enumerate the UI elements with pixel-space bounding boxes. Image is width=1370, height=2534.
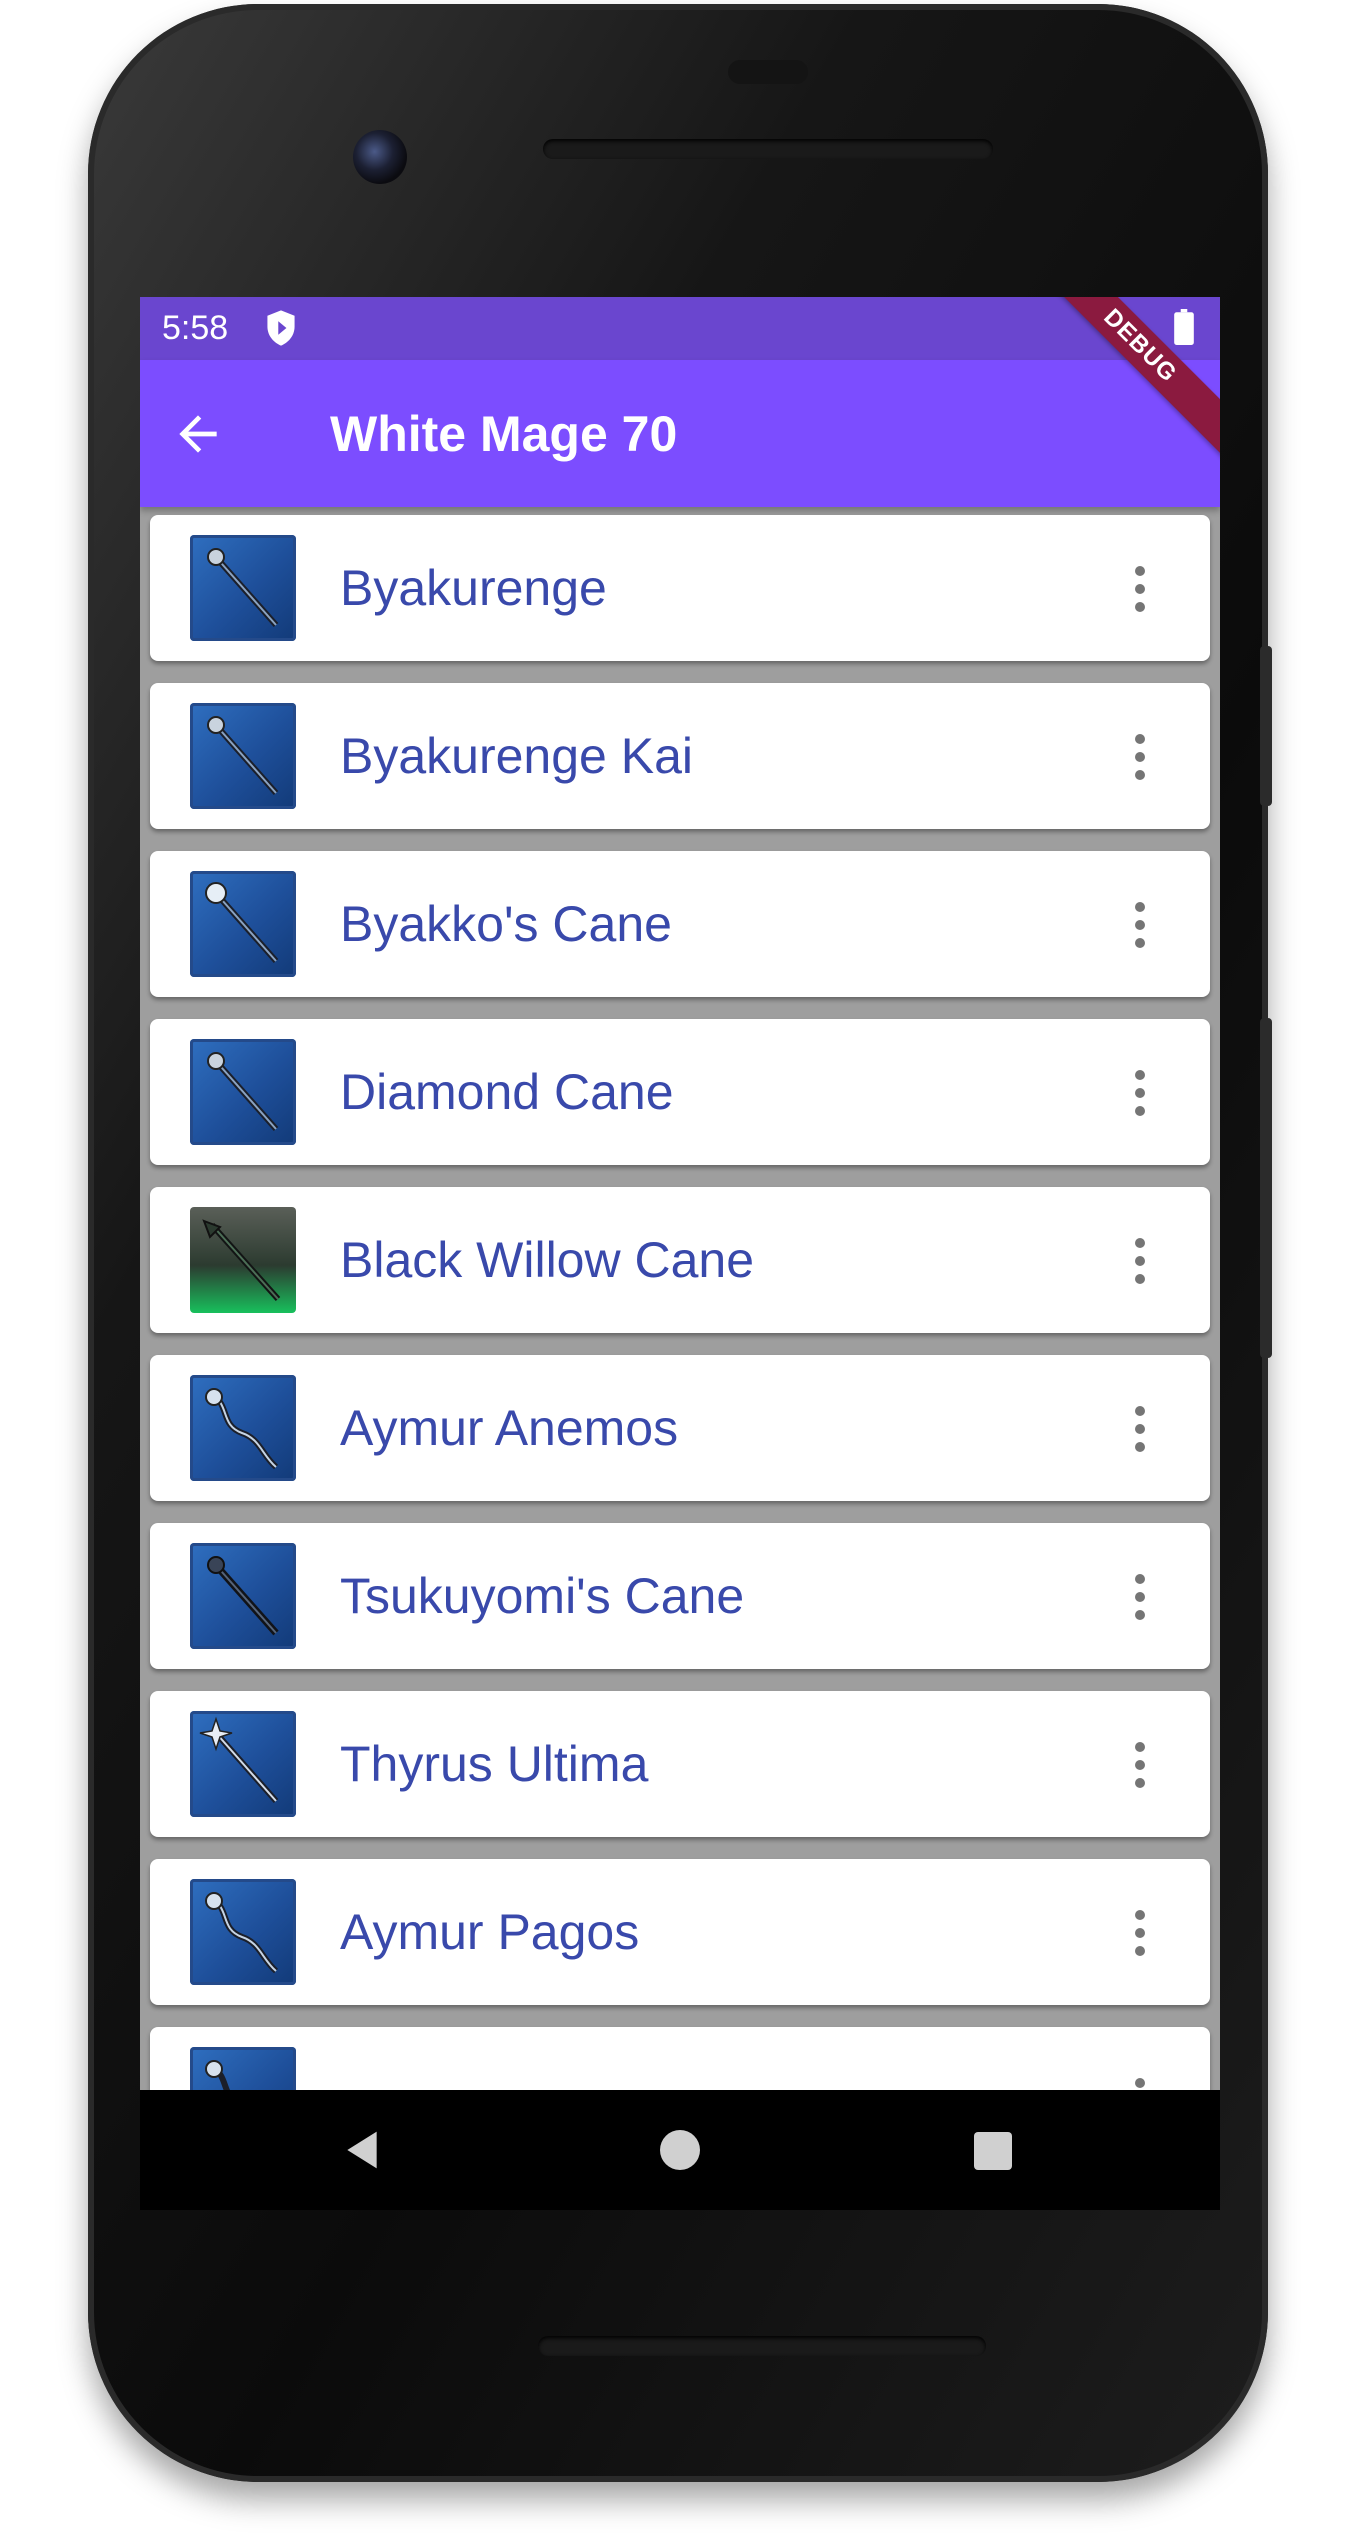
power-button	[1260, 646, 1272, 806]
more-vert-icon[interactable]	[1130, 2072, 1150, 2090]
more-vert-icon[interactable]	[1130, 1736, 1150, 1792]
nav-home-icon[interactable]	[660, 2130, 700, 2170]
item-name: Tsukuyomi's Cane	[340, 1568, 745, 1624]
staff-icon	[190, 1375, 296, 1481]
item-name: Thyrus Ultima	[340, 1736, 649, 1792]
list-item[interactable]: Byakko's Cane	[150, 851, 1210, 997]
list-item[interactable]: Aymur Anemos	[150, 1355, 1210, 1501]
app-bar: White Mage 70	[140, 360, 1220, 507]
more-vert-icon[interactable]	[1130, 560, 1150, 616]
bottom-speaker	[538, 2336, 986, 2356]
status-time: 5:58	[162, 309, 229, 347]
front-camera	[353, 130, 407, 184]
battery-icon	[1174, 309, 1194, 345]
staff-icon	[190, 535, 296, 641]
system-nav-bar	[140, 2090, 1220, 2210]
page-title: White Mage 70	[330, 406, 678, 462]
item-name: Byakurenge	[340, 560, 607, 616]
list-item[interactable]: Thyrus Ultima	[150, 1691, 1210, 1837]
staff-icon	[190, 871, 296, 977]
status-bar: 5:58	[140, 297, 1220, 360]
list-item[interactable]: Tsukuyomi's Cane	[150, 1523, 1210, 1669]
staff-icon	[190, 1711, 296, 1817]
more-vert-icon[interactable]	[1130, 1232, 1150, 1288]
list-item[interactable]: Byakurenge Kai	[150, 683, 1210, 829]
more-vert-icon[interactable]	[1130, 1904, 1150, 1960]
item-name: Diamond Cane	[340, 1064, 674, 1120]
arrow-back-icon[interactable]	[170, 406, 226, 462]
item-name: Aymur Pagos	[340, 1904, 640, 1960]
app-screen: 5:58 White Mage 70 DEBUG Byakurenge Byak…	[140, 297, 1220, 2090]
shield-play-icon	[267, 310, 295, 346]
item-name: Byakko's Cane	[340, 896, 672, 952]
nav-recents-icon[interactable]	[974, 2132, 1012, 2170]
staff-icon	[190, 1207, 296, 1313]
staff-icon	[190, 1879, 296, 1985]
volume-button	[1260, 1018, 1272, 1358]
list-item[interactable]: Diamond Cane	[150, 1019, 1210, 1165]
staff-icon	[190, 703, 296, 809]
more-vert-icon[interactable]	[1130, 1064, 1150, 1120]
item-name: Black Willow Cane	[340, 1232, 755, 1288]
more-vert-icon[interactable]	[1130, 896, 1150, 952]
earpiece-speaker	[543, 139, 993, 159]
more-vert-icon[interactable]	[1130, 1400, 1150, 1456]
staff-icon	[190, 1039, 296, 1145]
list-item[interactable]: Byakurenge	[150, 515, 1210, 661]
more-vert-icon[interactable]	[1130, 1568, 1150, 1624]
list-item[interactable]: Black Willow Cane	[150, 1187, 1210, 1333]
item-name: Aymur Anemos	[340, 1400, 679, 1456]
list-item[interactable]: Aymur Pagos	[150, 1859, 1210, 2005]
staff-icon	[190, 1543, 296, 1649]
proximity-sensor	[728, 60, 808, 84]
nav-back-icon[interactable]	[340, 2128, 384, 2172]
staff-icon	[190, 2047, 296, 2090]
item-name: Byakurenge Kai	[340, 728, 694, 784]
more-vert-icon[interactable]	[1130, 728, 1150, 784]
list-item-partial[interactable]	[150, 2027, 1210, 2090]
